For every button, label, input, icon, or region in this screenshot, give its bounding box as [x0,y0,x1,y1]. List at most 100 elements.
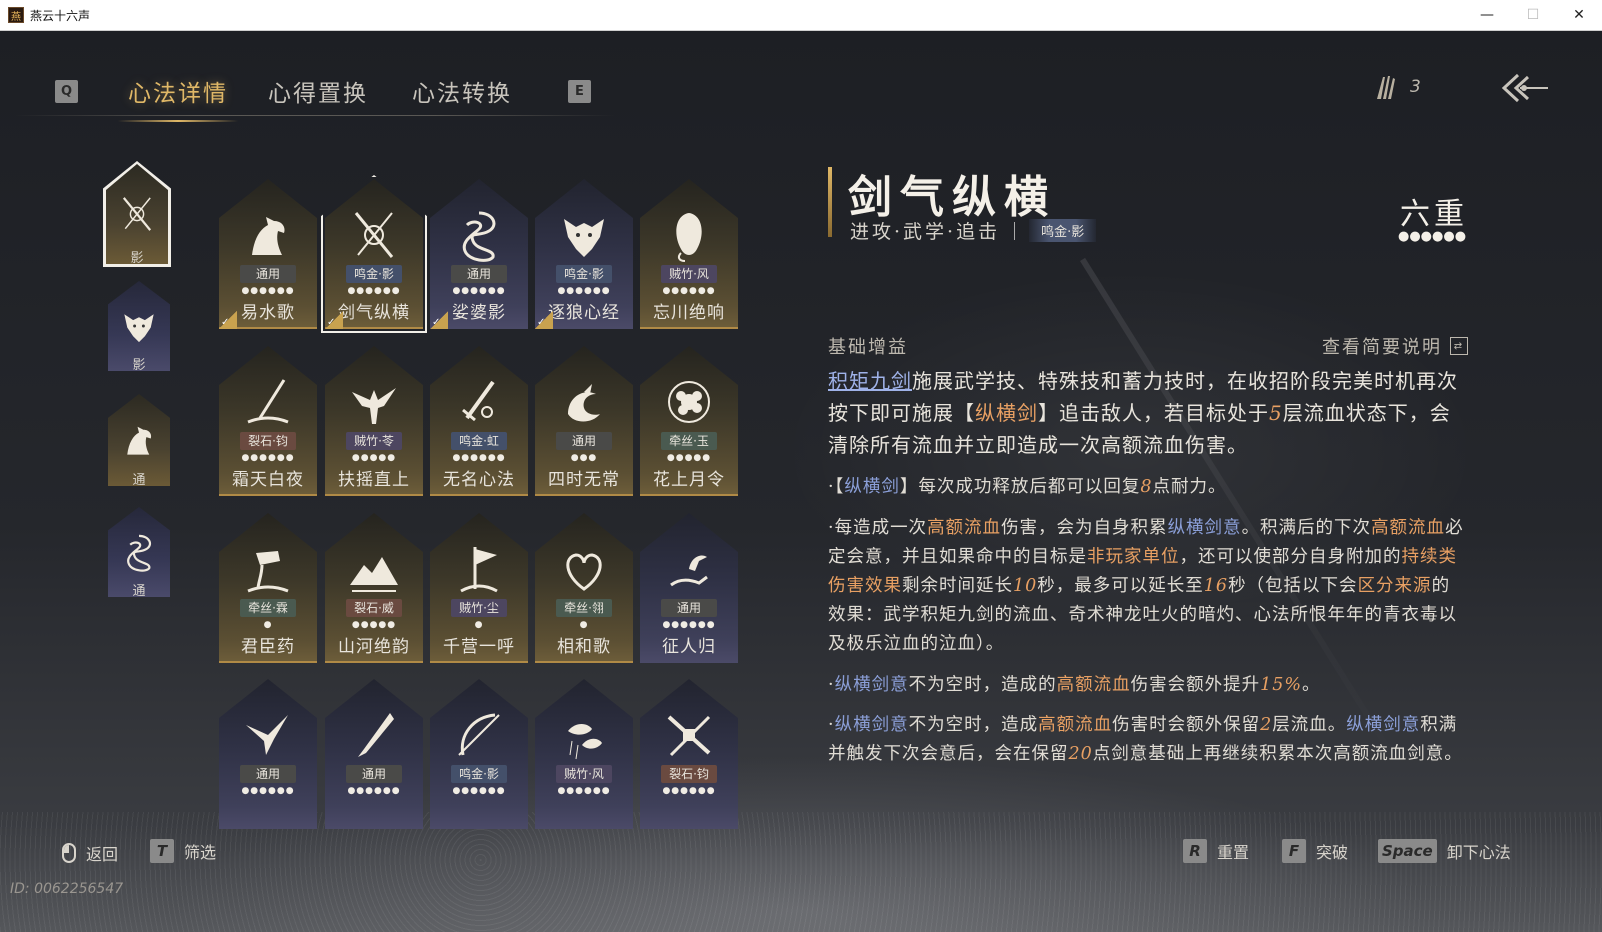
category-2[interactable]: 通 [108,394,170,488]
card-school-tag: 鸣金·虹 [451,432,507,450]
xinfa-card[interactable]: 鸣金·虹 ●●●●●● 无名心法 [430,346,528,496]
dragon-icon [462,211,496,262]
tab-xinfa-details[interactable]: 心法详情 [118,74,238,122]
card-level-dots: ●●●●●● [241,786,295,796]
card-emblem [449,705,509,765]
card-emblem [554,372,614,432]
card-name: 扶摇直上 [338,470,410,490]
card-school-tag: 贼竹·风 [661,265,717,283]
back-label: 返回 [86,845,119,864]
desc-text: 伤害时会额外保留 [1112,715,1261,735]
toggle-icon: ⇄ [1450,337,1468,355]
next-tab-key[interactable]: E [568,79,591,103]
card-emblem [344,372,404,432]
xinfa-card[interactable]: 牵丝·玉 ●●●●● 花上月令 [640,346,738,496]
card-emblem [344,705,404,765]
card-level-dots: ● [474,620,484,630]
xinfa-title: 剑气纵横 [848,172,1056,223]
view-brief-button[interactable]: 查看简要说明 ⇄ [1322,333,1468,359]
minimize-button[interactable]: — [1464,0,1510,31]
desc-text: 不为空时，造成的 [908,675,1057,695]
breakthrough-hint[interactable]: F 突破 [1282,839,1348,863]
xinfa-card[interactable]: 贼竹·风 ●●●●●● 忘川绝响 [640,179,738,329]
xinfa-card[interactable]: 贼竹·尘 ● 千营一呼 [430,513,528,663]
tab-xinfa-convert[interactable]: 心法转换 [412,74,512,108]
card-bottom-line [640,327,738,329]
section-label-base-bonus: 基础增益 [828,337,908,358]
xinfa-card[interactable]: 裂石·威 ●●●●● 山河绝韵 [325,513,423,663]
category-1[interactable]: 影 [108,281,170,373]
card-name: 相和歌 [557,637,611,657]
card-school-tag: 牵丝·翎 [556,599,612,617]
card-emblem [238,539,298,599]
tab-xinde-swap[interactable]: 心得置换 [268,74,368,108]
hand-bird-icon [670,555,708,587]
mouse-right-click-icon [62,843,76,863]
card-emblem [554,539,614,599]
card-bottom-line [219,494,317,496]
filter-label: 筛选 [184,843,217,862]
category-0[interactable]: 影 [103,161,171,267]
keyword: 纵横剑意 [1167,518,1242,538]
xinfa-card[interactable]: 裂石·钧 ●●●●●● [640,679,738,829]
xinfa-school-tag: 鸣金·影 [1029,219,1097,242]
card-emblem [554,705,614,765]
card-level-dots: ●●●●●● [662,286,716,296]
xinfa-card[interactable]: 牵丝·霖 ● 君臣药 [219,513,317,663]
desc-text: 伤害会额外提升 [1130,675,1261,695]
reset-hint[interactable]: R 重置 [1183,839,1249,863]
card-emblem [554,205,614,265]
card-name: 无名心法 [443,470,515,490]
mountain-icon [350,557,398,592]
xinfa-card[interactable]: 贼竹·苓 ●●●●● 扶摇直上 [325,346,423,496]
unload-hint[interactable]: Space 卸下心法 [1378,839,1511,863]
desc-text: 层流血。 [1272,715,1347,735]
number-value: 2 [1260,715,1273,735]
effect-paragraph-3: ·纵横剑意不为空时，造成的高额流血伤害会额外提升15%。 [828,671,1468,700]
filter-key: T [150,839,174,863]
xinfa-card[interactable]: 通用 ●●●●●● [325,679,423,829]
currency-display: 3 [1374,73,1421,101]
category-3[interactable]: 通 [108,507,170,599]
xinfa-card[interactable]: 通用 ●●● 四时无常 [535,346,633,496]
prev-tab-key[interactable]: Q [55,79,78,103]
xinfa-card[interactable]: 牵丝·翎 ● 相和歌 [535,513,633,663]
feather-token-icon [1377,76,1395,99]
desc-text: ·【 [828,477,845,497]
subtitle-separator [1014,221,1016,240]
xinfa-card[interactable]: 鸣金·影 ●●●●●● 剑气纵横 ✓ [321,175,427,333]
maximize-button[interactable]: ☐ [1510,0,1556,31]
wolf-icon [564,219,604,257]
card-school-tag: 裂石·钧 [240,432,296,450]
card-school-tag: 通用 [451,265,507,283]
category-label: 通 [132,584,146,599]
close-button[interactable]: ✕ [1556,0,1602,31]
back-hint[interactable]: 返回 [62,841,118,865]
xinfa-card[interactable]: 通用 ●●●●●● [219,679,317,829]
filter-hint[interactable]: T 筛选 [150,839,216,863]
xinfa-card[interactable]: 通用 ●●●●●● 娑婆影 ✓ [430,179,528,329]
desc-text: · [828,675,835,695]
xinfa-card[interactable]: 裂石·钧 ●●●●●● 霜天白夜 [219,346,317,496]
keyword: 高额流血 [1371,518,1446,538]
skill-link[interactable]: 积矩九剑 [828,369,912,393]
card-level-dots: ●●●●●● [662,786,716,796]
card-emblem [659,539,719,599]
card-level-dots: ●●●●●● [241,286,295,296]
equipped-check-icon: ✓ [325,311,343,329]
xinfa-card[interactable]: 通用 ●●●●●● 征人归 [640,513,738,663]
keyword: 高额流血 [1038,715,1113,735]
tab-bar: Q 心法详情 心得置换 心法转换 E [15,66,615,122]
back-arrow-icon[interactable] [1500,71,1550,105]
card-school-tag: 通用 [661,599,717,617]
xinfa-card[interactable]: 通用 ●●●●●● 易水歌 ✓ [219,179,317,329]
card-level-dots: ●●●●●● [557,286,611,296]
xinfa-card[interactable]: 贼竹·风 ●●●●●● [535,679,633,829]
card-school-tag: 通用 [240,265,296,283]
desc-text: 点耐力。 [1152,477,1227,497]
desc-text: 。积满后的下次 [1241,518,1372,538]
card-school-tag: 贼竹·风 [556,765,612,783]
effect-paragraph-1: ·【纵横剑】每次成功释放后都可以回复8点耐力。 [828,473,1468,502]
xinfa-card[interactable]: 鸣金·影 ●●●●●● [430,679,528,829]
xinfa-card[interactable]: 鸣金·影 ●●●●●● 逐狼心经 ✓ [535,179,633,329]
